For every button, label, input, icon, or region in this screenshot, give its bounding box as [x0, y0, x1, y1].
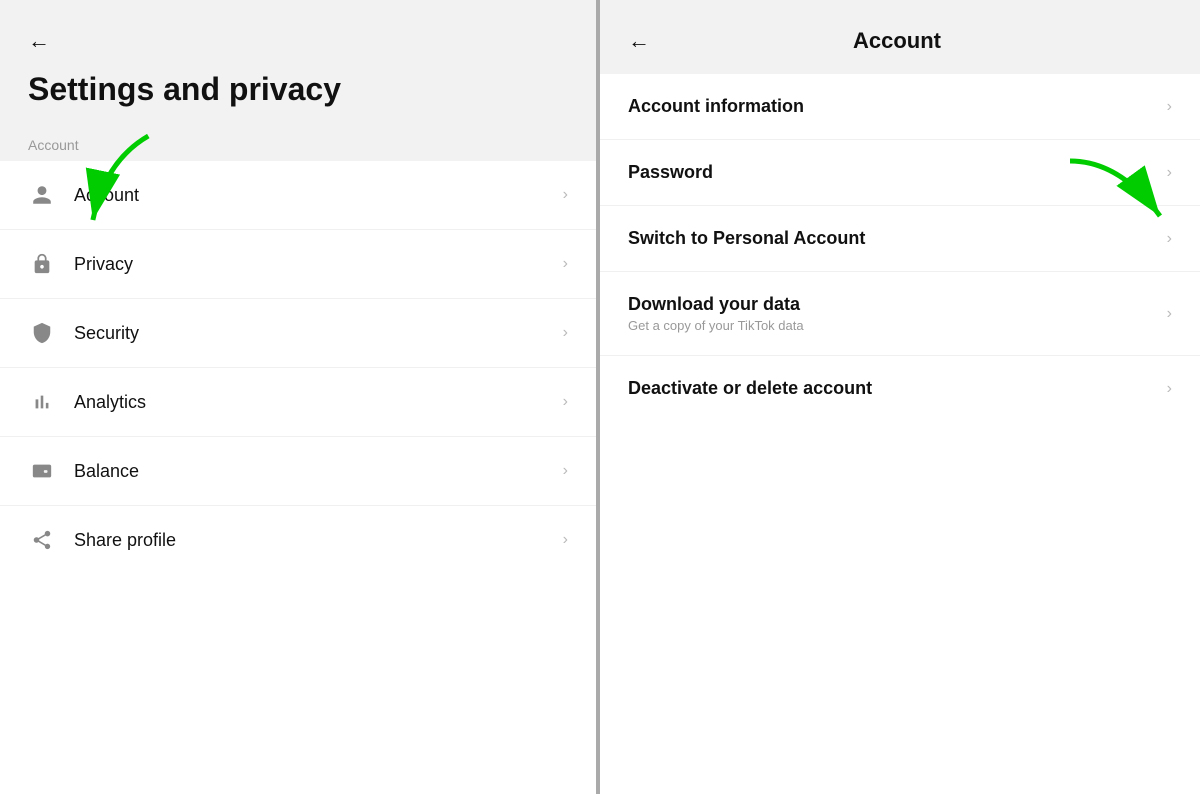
menu-item-share-profile[interactable]: Share profile › [0, 506, 596, 574]
chevron-icon: › [563, 393, 568, 411]
menu-item-balance[interactable]: Balance › [0, 437, 596, 506]
shield-icon [28, 319, 56, 347]
menu-item-account-information[interactable]: Account information › [600, 74, 1200, 140]
menu-label-account-information: Account information [628, 96, 1167, 117]
menu-label-balance: Balance [74, 461, 563, 482]
right-header: ← Account [600, 0, 1200, 74]
left-header: ← Settings and privacy [0, 0, 596, 123]
menu-label-deactivate: Deactivate or delete account [628, 378, 1167, 399]
right-menu-list: Account information › Password › Switch … [600, 74, 1200, 794]
chevron-icon: › [563, 462, 568, 480]
right-panel-title: Account [650, 28, 1172, 54]
left-back-button[interactable]: ← [28, 28, 50, 54]
left-panel: ← Settings and privacy Account Account › [0, 0, 600, 794]
menu-item-download-data[interactable]: Download your data Get a copy of your Ti… [600, 272, 1200, 356]
menu-label-security: Security [74, 323, 563, 344]
lock-icon [28, 250, 56, 278]
menu-label-switch-personal: Switch to Personal Account [628, 228, 1167, 249]
menu-item-security[interactable]: Security › [0, 299, 596, 368]
menu-item-password[interactable]: Password › [600, 140, 1200, 206]
chevron-icon: › [563, 531, 568, 549]
chevron-icon: › [1167, 164, 1172, 182]
right-panel: ← Account Account information › Password… [600, 0, 1200, 794]
menu-label-analytics: Analytics [74, 392, 563, 413]
person-icon [28, 181, 56, 209]
share-icon [28, 526, 56, 554]
menu-label-password: Password [628, 162, 1167, 183]
wallet-icon [28, 457, 56, 485]
menu-item-account[interactable]: Account › [0, 161, 596, 230]
left-menu-list: Account › Privacy › [0, 161, 596, 794]
menu-sublabel-download-data: Get a copy of your TikTok data [628, 318, 1167, 333]
chart-icon [28, 388, 56, 416]
chevron-icon: › [563, 186, 568, 204]
menu-label-share-profile: Share profile [74, 530, 563, 551]
chevron-icon: › [1167, 380, 1172, 398]
page-title: Settings and privacy [28, 72, 568, 107]
menu-text-download-data: Download your data Get a copy of your Ti… [628, 294, 1167, 333]
menu-item-switch-personal[interactable]: Switch to Personal Account › [600, 206, 1200, 272]
right-back-button[interactable]: ← [628, 28, 650, 54]
menu-item-deactivate[interactable]: Deactivate or delete account › [600, 356, 1200, 421]
chevron-icon: › [563, 255, 568, 273]
menu-label-privacy: Privacy [74, 254, 563, 275]
chevron-icon: › [1167, 305, 1172, 323]
chevron-icon: › [1167, 230, 1172, 248]
chevron-icon: › [1167, 98, 1172, 116]
menu-item-analytics[interactable]: Analytics › [0, 368, 596, 437]
section-label: Account [0, 123, 596, 161]
menu-label-download-data: Download your data [628, 294, 1167, 315]
menu-item-privacy[interactable]: Privacy › [0, 230, 596, 299]
chevron-icon: › [563, 324, 568, 342]
menu-label-account: Account [74, 185, 563, 206]
